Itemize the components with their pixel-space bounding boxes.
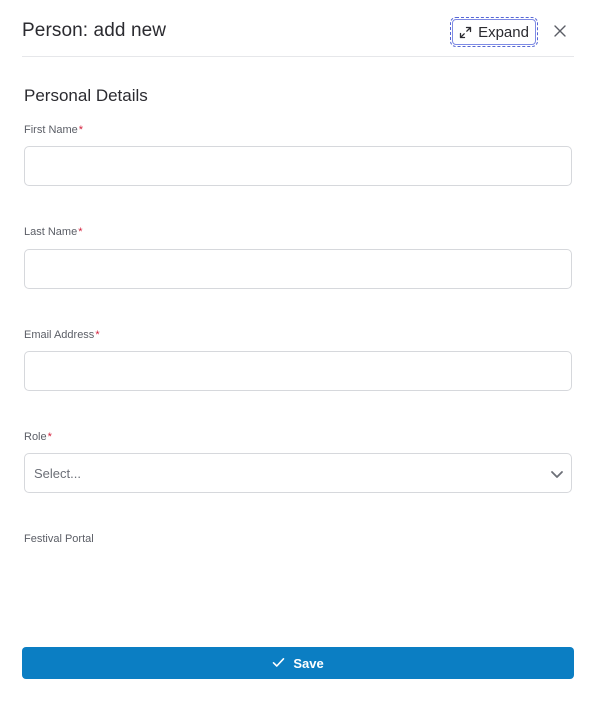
role-label: Role*	[24, 431, 52, 443]
save-button-label: Save	[293, 655, 324, 671]
section-title: Personal Details	[24, 86, 148, 105]
first-name-input[interactable]	[24, 146, 572, 186]
check-icon	[272, 656, 285, 671]
dialog-title: Person: add new	[22, 20, 167, 41]
festival-portal-label: Festival Portal	[24, 533, 94, 545]
required-marker: *	[95, 329, 100, 341]
last-name-input[interactable]	[24, 249, 572, 289]
expand-button-label: Expand	[478, 23, 529, 41]
role-label-text: Role	[24, 431, 47, 443]
first-name-label: First Name*	[24, 124, 83, 136]
expand-arrows-icon	[459, 26, 472, 39]
add-person-dialog: Person: add new Expand Personal Details …	[0, 0, 596, 713]
email-address-label: Email Address*	[24, 329, 100, 341]
email-address-input[interactable]	[24, 351, 572, 391]
required-marker: *	[78, 124, 84, 136]
last-name-label: Last Name*	[24, 226, 82, 238]
last-name-label-text: Last Name	[24, 226, 78, 238]
required-marker: *	[47, 431, 52, 443]
role-select[interactable]: Select...	[24, 453, 572, 493]
expand-button[interactable]: Expand	[450, 17, 538, 47]
dialog-header: Person: add new Expand	[22, 14, 574, 57]
save-button[interactable]: Save	[22, 647, 574, 679]
first-name-label-text: First Name	[24, 124, 78, 136]
role-select-value: Select...	[34, 466, 81, 481]
required-marker: *	[78, 226, 83, 238]
chevron-down-icon	[550, 467, 564, 486]
close-button[interactable]	[550, 23, 570, 43]
email-address-label-text: Email Address	[24, 329, 95, 341]
close-icon	[554, 24, 566, 42]
